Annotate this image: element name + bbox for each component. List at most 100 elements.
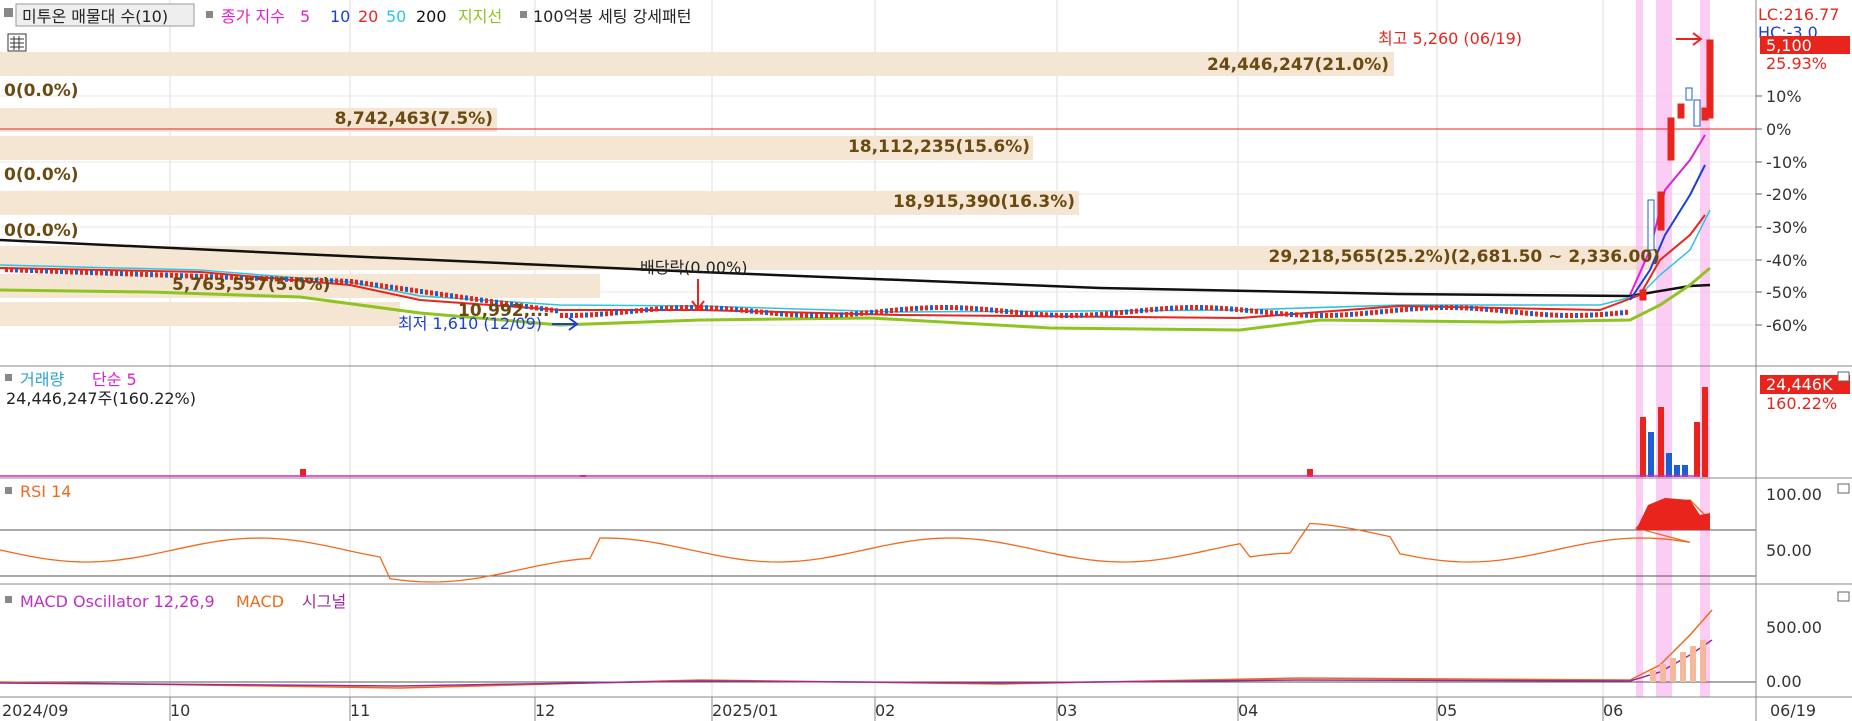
candle bbox=[1085, 312, 1088, 318]
candle bbox=[1200, 305, 1203, 311]
candle bbox=[1470, 305, 1473, 311]
candle bbox=[1706, 39, 1714, 119]
candle bbox=[685, 305, 688, 311]
legend-ma50: 50 bbox=[386, 7, 406, 26]
candle bbox=[720, 305, 723, 311]
candle bbox=[1605, 311, 1608, 317]
candle bbox=[1475, 306, 1478, 312]
candle bbox=[900, 307, 903, 313]
candle bbox=[100, 270, 103, 276]
x-axis-label: 05 bbox=[1437, 701, 1457, 720]
macd-tick-0: 0.00 bbox=[1766, 672, 1802, 691]
dividend-annotation: 배당락(0.00%) bbox=[640, 258, 747, 277]
candle bbox=[50, 268, 53, 274]
candle bbox=[810, 312, 813, 318]
candle bbox=[1290, 311, 1293, 317]
candle bbox=[1555, 312, 1558, 318]
candle bbox=[420, 289, 423, 294]
candle bbox=[1340, 312, 1343, 318]
candle bbox=[1390, 308, 1393, 314]
candle bbox=[870, 309, 873, 315]
candle bbox=[1015, 309, 1018, 315]
candle bbox=[775, 311, 778, 317]
volume-profile-bar bbox=[0, 302, 400, 326]
candle bbox=[845, 312, 848, 318]
candle bbox=[55, 268, 58, 274]
candle bbox=[140, 271, 143, 277]
candle bbox=[1455, 305, 1458, 311]
candle bbox=[1020, 310, 1023, 316]
candle bbox=[1385, 308, 1388, 314]
candle bbox=[40, 268, 43, 274]
candle bbox=[825, 312, 828, 318]
profile-label-6: 18,915,390(16.3%) bbox=[893, 192, 1075, 212]
candle bbox=[1135, 308, 1138, 314]
candle bbox=[1035, 311, 1038, 317]
candle bbox=[110, 270, 113, 276]
legend-square-icon bbox=[5, 374, 12, 381]
candle bbox=[460, 294, 463, 300]
candle bbox=[1380, 309, 1383, 315]
candle bbox=[1175, 305, 1178, 311]
candle bbox=[750, 308, 753, 314]
candle bbox=[145, 271, 148, 277]
macd-osc-bar bbox=[1660, 664, 1666, 682]
candle bbox=[1520, 310, 1523, 316]
candle bbox=[1180, 305, 1183, 311]
candle bbox=[1647, 199, 1655, 251]
candle bbox=[1693, 99, 1701, 127]
candle bbox=[805, 312, 808, 318]
candle bbox=[1515, 309, 1518, 315]
candle bbox=[660, 306, 663, 312]
candle bbox=[1585, 312, 1588, 318]
candle bbox=[840, 312, 843, 318]
candle bbox=[865, 310, 868, 316]
candle bbox=[120, 271, 123, 277]
candle bbox=[610, 310, 613, 316]
candle bbox=[1460, 305, 1463, 311]
candle bbox=[1030, 311, 1033, 317]
candle bbox=[580, 312, 583, 318]
candle bbox=[15, 267, 18, 273]
candle bbox=[725, 306, 728, 312]
macd-legend-osc: MACD Oscillator 12,26,9 bbox=[20, 592, 215, 611]
candle bbox=[1110, 311, 1113, 317]
x-axis-label: 10 bbox=[170, 701, 190, 720]
candle bbox=[650, 306, 653, 312]
candle bbox=[615, 310, 618, 316]
candle bbox=[70, 269, 73, 275]
candle bbox=[1495, 307, 1498, 313]
close-icon[interactable] bbox=[1837, 371, 1850, 382]
candle bbox=[1375, 309, 1378, 315]
candle bbox=[60, 269, 63, 275]
candle bbox=[985, 307, 988, 313]
candle bbox=[1525, 310, 1528, 316]
candle bbox=[1485, 306, 1488, 312]
close-icon[interactable] bbox=[1837, 591, 1850, 602]
low-annotation: 최저 1,610 (12/09) bbox=[398, 314, 542, 333]
candle bbox=[1540, 311, 1543, 317]
candle bbox=[130, 271, 133, 277]
candle bbox=[795, 312, 798, 318]
candle bbox=[165, 272, 168, 278]
candle bbox=[600, 311, 603, 317]
candle bbox=[1050, 312, 1053, 318]
macd-osc-bar bbox=[1700, 640, 1706, 682]
macd-osc-bar bbox=[1690, 646, 1696, 682]
pct-tick-label: -10% bbox=[1766, 153, 1807, 172]
candle bbox=[1230, 306, 1233, 312]
macd-osc-bar bbox=[1650, 670, 1656, 682]
pct-tick-label: -30% bbox=[1766, 218, 1807, 237]
candle bbox=[105, 270, 108, 276]
candle bbox=[730, 306, 733, 312]
candle bbox=[815, 312, 818, 318]
candle bbox=[395, 285, 398, 291]
candle bbox=[925, 305, 928, 311]
candle bbox=[440, 291, 443, 297]
volume-info: 24,446,247주(160.22%) bbox=[6, 389, 196, 408]
candle bbox=[410, 287, 413, 293]
candle bbox=[1285, 311, 1288, 317]
candle bbox=[1055, 312, 1058, 318]
candle bbox=[755, 309, 758, 315]
close-icon[interactable] bbox=[1837, 483, 1850, 494]
